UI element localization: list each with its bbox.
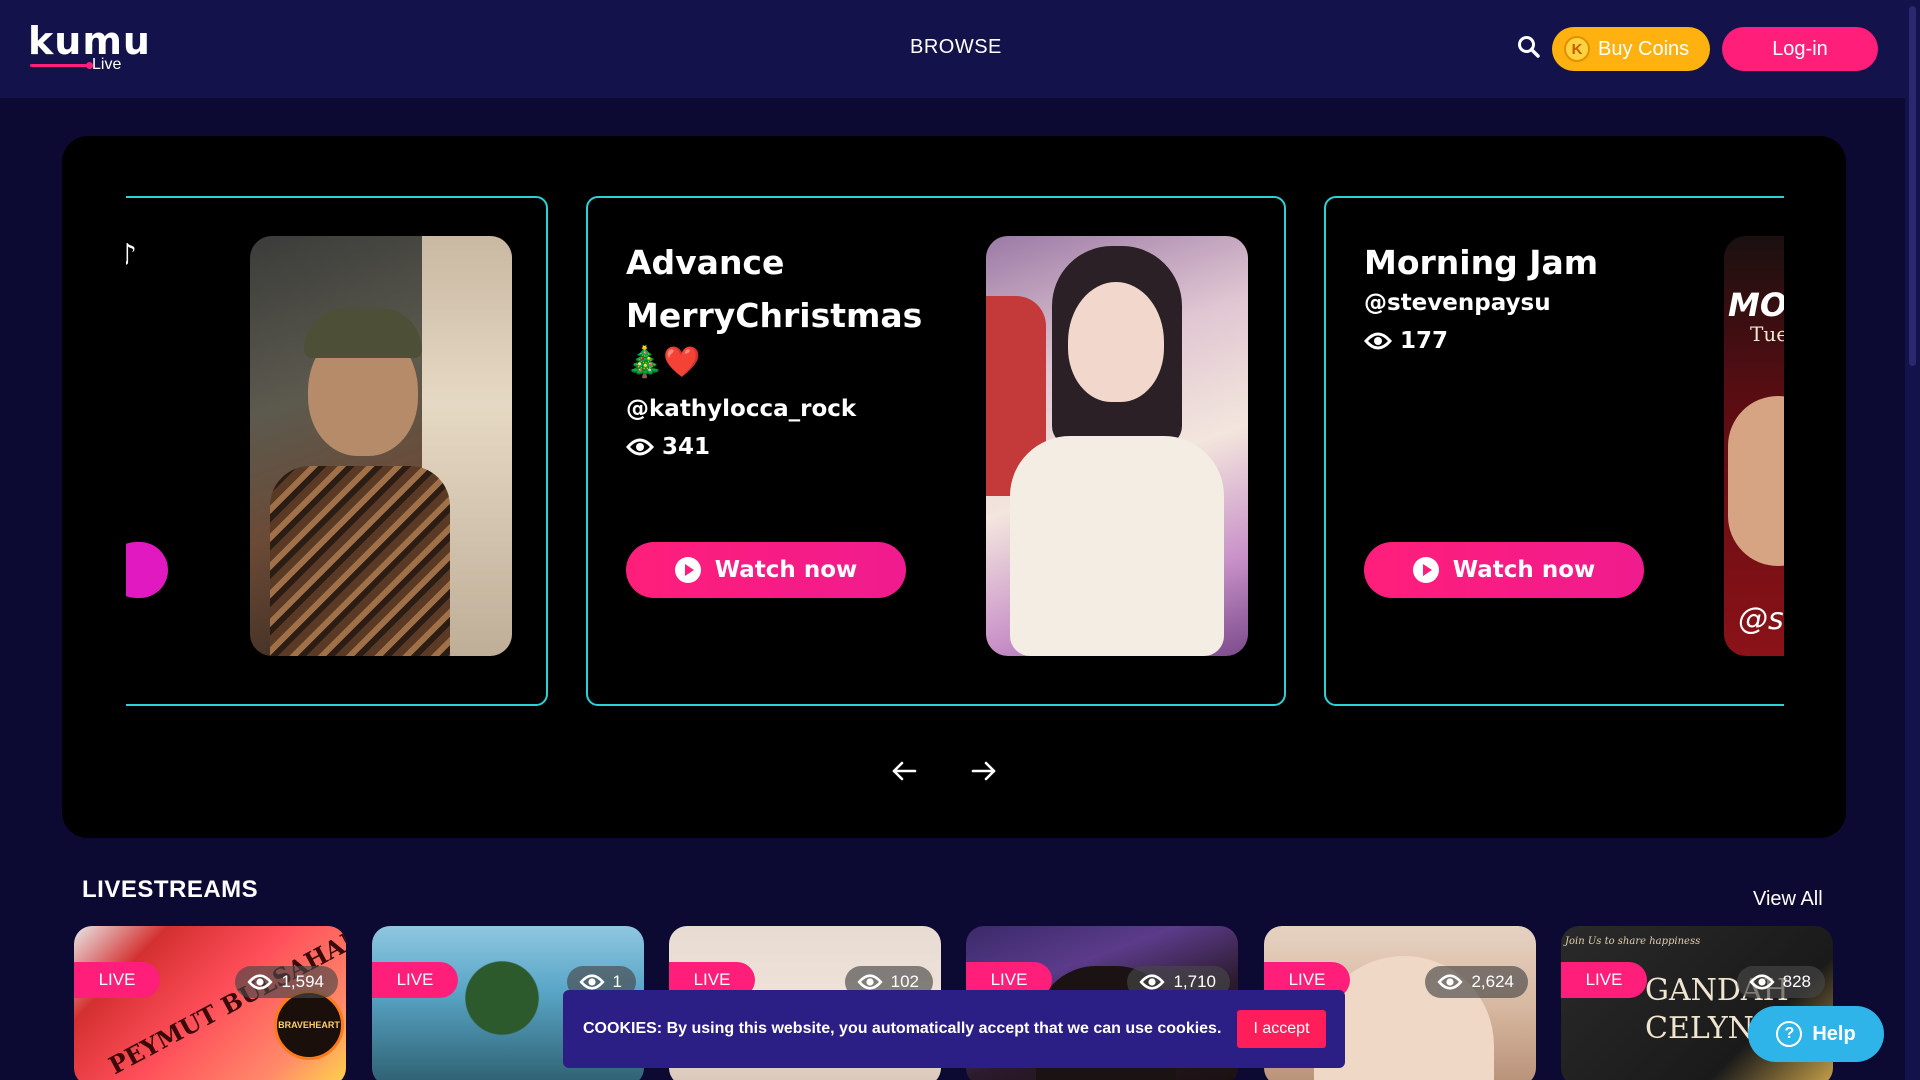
eye-icon xyxy=(247,974,274,990)
viewer-count-value: 2,624 xyxy=(1471,972,1514,991)
buy-coins-button[interactable]: K Buy Coins xyxy=(1552,27,1710,71)
viewer-count: 828 xyxy=(1736,966,1825,998)
kumu-logo[interactable]: kumu Live xyxy=(28,19,151,73)
cookie-text: COOKIES: By using this website, you auto… xyxy=(583,1020,1222,1037)
streamer-thumbnail: MO Tue @s xyxy=(1724,236,1784,656)
eye-icon xyxy=(1749,974,1775,990)
card-overlay-small: Join Us to share happiness xyxy=(1565,936,1701,947)
viewer-count-value: 102 xyxy=(890,972,919,991)
nav-browse[interactable]: BROWSE xyxy=(910,36,1002,59)
thumbnail-top xyxy=(1010,436,1224,656)
login-button[interactable]: Log-in xyxy=(1722,27,1878,71)
featured-carousel: ♪ Advance MerryChristmas 🎄❤️ @kathylocca… xyxy=(62,136,1846,838)
coin-icon: K xyxy=(1564,36,1590,62)
featured-title: Morning Jam xyxy=(1364,243,1599,282)
top-header: kumu Live BROWSE K Buy Coins Log-in xyxy=(0,0,1905,98)
viewer-count-value: 1 xyxy=(612,972,622,991)
eye-icon xyxy=(578,974,605,990)
viewer-count-value: 1,594 xyxy=(281,972,324,991)
live-badge: LIVE xyxy=(372,962,458,998)
watch-now-label: Watch now xyxy=(1452,557,1596,583)
cookie-banner: COOKIES: By using this website, you auto… xyxy=(563,990,1345,1068)
livestream-card[interactable]: PEYMUT BULSAHAN BRAVEHEART LIVE 1,594 xyxy=(74,926,346,1080)
featured-title-fragment: ♪ xyxy=(126,238,138,273)
thumbnail-hat xyxy=(304,308,422,358)
eye-icon xyxy=(1139,974,1166,990)
thumbnail-text-bottom: @s xyxy=(1738,602,1784,637)
streamer-thumbnail xyxy=(986,236,1248,656)
featured-views-count: 177 xyxy=(1400,328,1449,354)
watch-now-label: Watch now xyxy=(714,557,858,583)
watch-now-button-partial[interactable] xyxy=(126,542,168,598)
christmas-emoji: 🎄❤️ xyxy=(626,346,701,379)
thumbnail-shirt xyxy=(270,466,450,656)
featured-views: 177 xyxy=(1364,328,1448,354)
search-icon[interactable] xyxy=(1516,34,1542,60)
thumbnail-face xyxy=(1728,396,1784,566)
logo-underline xyxy=(30,64,88,67)
streamer-thumbnail xyxy=(250,236,512,656)
logo-word: kumu xyxy=(28,19,151,63)
play-icon xyxy=(674,557,701,583)
thumbnail-text-mid: Tue xyxy=(1750,322,1784,346)
featured-card-partial-left[interactable]: ♪ xyxy=(126,196,548,706)
live-badge: LIVE xyxy=(1561,962,1647,998)
eye-icon xyxy=(1364,332,1392,350)
card-sticker: BRAVEHEART xyxy=(274,990,344,1060)
watch-now-button[interactable]: Watch now xyxy=(1364,542,1644,598)
help-button[interactable]: ? Help xyxy=(1748,1006,1884,1062)
viewer-count-value: 828 xyxy=(1782,972,1811,991)
featured-card-advance-merrychristmas[interactable]: Advance MerryChristmas 🎄❤️ @kathylocca_r… xyxy=(586,196,1286,706)
thumbnail-text-top: MO xyxy=(1728,286,1784,324)
view-all-link[interactable]: View All xyxy=(1753,888,1823,911)
thumbnail-face xyxy=(1068,282,1164,402)
viewer-count: 2,624 xyxy=(1425,966,1528,998)
arrow-left-icon[interactable] xyxy=(884,756,924,786)
featured-views: 341 xyxy=(626,434,710,460)
buy-coins-label: Buy Coins xyxy=(1598,37,1690,60)
arrow-right-icon[interactable] xyxy=(964,756,1004,786)
scrollbar-thumb[interactable] xyxy=(1909,6,1916,366)
eye-icon xyxy=(857,974,883,990)
carousel-viewport: ♪ Advance MerryChristmas 🎄❤️ @kathylocca… xyxy=(126,196,1784,710)
viewer-count: 1,594 xyxy=(235,966,338,998)
featured-card-morning-jam[interactable]: Morning Jam @stevenpaysu 177 Watch now M… xyxy=(1324,196,1784,706)
featured-views-count: 341 xyxy=(662,434,711,460)
accept-cookies-button[interactable]: I accept xyxy=(1237,1010,1326,1048)
play-icon xyxy=(1412,557,1439,583)
featured-handle[interactable]: @stevenpaysu xyxy=(1364,290,1551,316)
help-label: Help xyxy=(1812,1022,1856,1045)
watch-now-button[interactable]: Watch now xyxy=(626,542,906,598)
livestreams-title: LIVESTREAMS xyxy=(82,876,259,903)
eye-icon xyxy=(626,438,654,456)
live-badge: LIVE xyxy=(74,962,160,998)
viewer-count-value: 1,710 xyxy=(1173,972,1216,991)
question-icon: ? xyxy=(1776,1021,1803,1047)
featured-handle[interactable]: @kathylocca_rock xyxy=(626,396,856,422)
eye-icon xyxy=(1437,974,1464,990)
logo-sub: Live xyxy=(92,56,122,73)
featured-title: Advance MerryChristmas xyxy=(626,243,923,335)
